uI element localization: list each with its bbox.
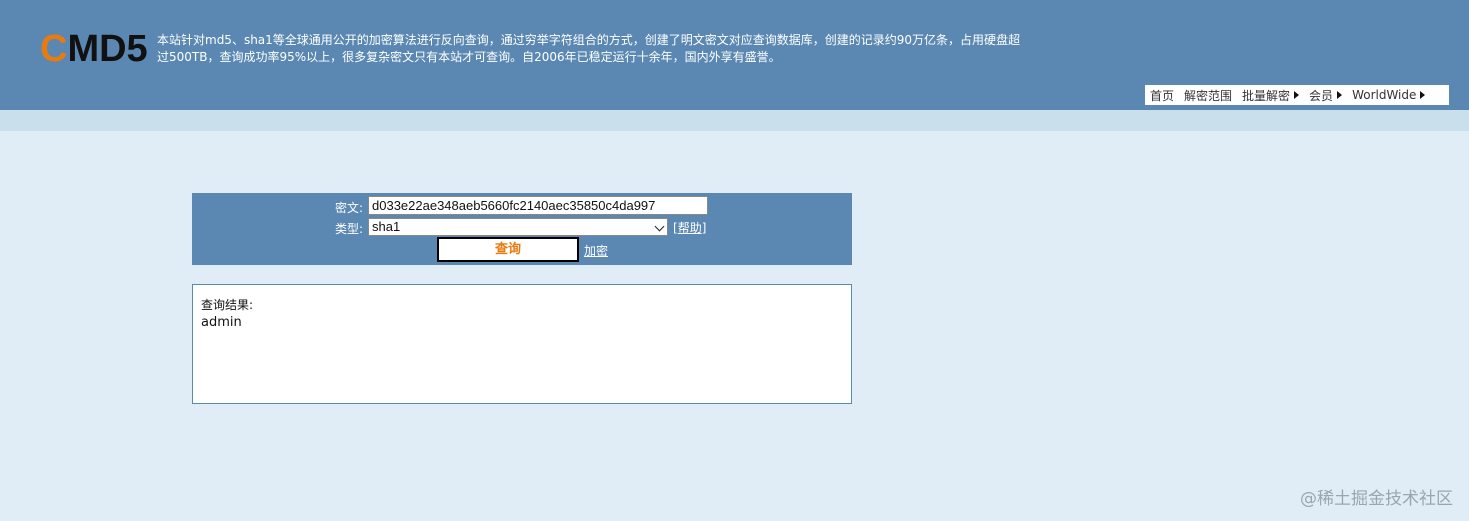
logo-letter-c: C [40, 28, 68, 70]
nav-item-worldwide[interactable]: WorldWide [1352, 88, 1426, 102]
nav-item-label: WorldWide [1352, 88, 1417, 102]
help-link[interactable]: [帮助] [673, 219, 706, 236]
caret-right-icon [1294, 91, 1300, 99]
cipher-label: 密文: [335, 201, 364, 215]
help-link-label: 帮助 [677, 221, 702, 235]
top-nav: 首页 解密范围 批量解密 会员 WorldWide [1145, 85, 1449, 105]
nav-item-batch-decrypt[interactable]: 批量解密 [1242, 87, 1300, 104]
nav-item-label: 解密范围 [1184, 88, 1233, 103]
caret-right-icon [1337, 91, 1343, 99]
cmd5-logo[interactable]: CMD5 [40, 27, 148, 71]
site-intro-text: 本站针对md5、sha1等全球通用公开的加密算法进行反向查询，通过穷举字符组合的… [157, 33, 1021, 64]
nav-item-label: 会员 [1309, 88, 1334, 103]
header: CMD5 本站针对md5、sha1等全球通用公开的加密算法进行反向查询，通过穷举… [0, 0, 1469, 110]
cipher-input[interactable]: d033e22ae348aeb5660fc2140aec35850c4da997 [368, 196, 708, 215]
nav-item-label: 首页 [1150, 88, 1175, 103]
chevron-down-icon [654, 221, 665, 232]
type-label: 类型: [335, 222, 364, 236]
nav-item-label: 批量解密 [1242, 88, 1291, 103]
result-box: 查询结果: admin [192, 284, 852, 404]
query-button[interactable]: 查询 [437, 237, 579, 262]
hash-type-value: sha1 [372, 219, 401, 234]
nav-item-home[interactable]: 首页 [1150, 87, 1174, 104]
caret-right-icon [1420, 91, 1426, 99]
nav-item-member[interactable]: 会员 [1309, 87, 1343, 104]
query-panel: 密文: d033e22ae348aeb5660fc2140aec35850c4d… [192, 193, 852, 265]
watermark: @稀土掘金技术社区 [1300, 489, 1453, 509]
encrypt-link[interactable]: 加密 [584, 242, 608, 259]
nav-item-decrypt-range[interactable]: 解密范围 [1184, 87, 1232, 104]
logo-text: MD5 [67, 28, 148, 70]
hash-type-select[interactable]: sha1 [368, 218, 668, 236]
result-value: admin [201, 315, 242, 330]
sub-header-bar [0, 110, 1469, 131]
result-label: 查询结果: [201, 298, 254, 312]
